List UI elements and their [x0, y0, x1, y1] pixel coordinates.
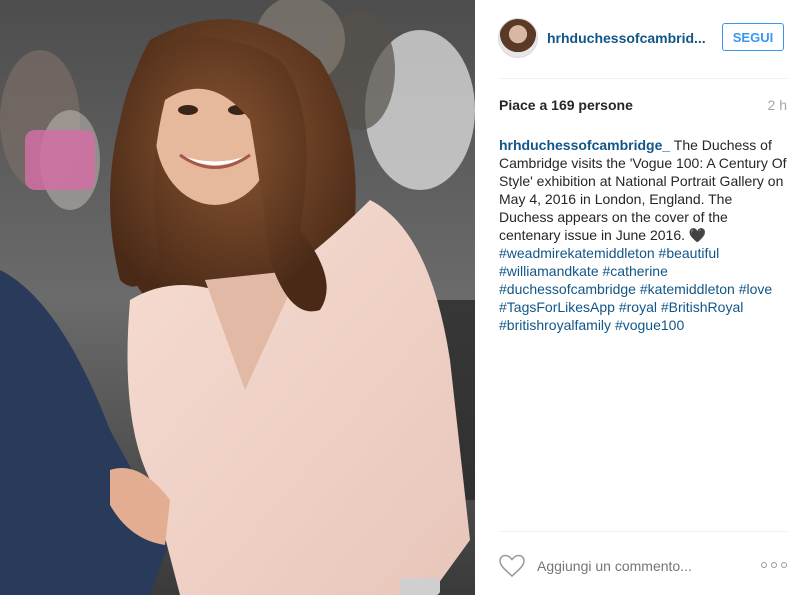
caption: hrhduchessofcambridge_ The Duchess of Ca… [499, 136, 787, 334]
hashtag-link[interactable]: #beautiful [659, 245, 720, 261]
hashtag-link[interactable]: #catherine [603, 263, 668, 279]
more-dot [781, 562, 787, 568]
post-footer [499, 531, 787, 596]
caption-author-link[interactable]: hrhduchessofcambridge_ [499, 137, 670, 153]
photo-illustration [0, 0, 475, 595]
post-header: hrhduchessofcambrid... SEGUI [475, 0, 791, 76]
hashtag-link[interactable]: #TagsForLikesApp [499, 299, 615, 315]
comment-input[interactable] [537, 556, 747, 576]
likes-count[interactable]: Piace a 169 persone [499, 97, 633, 113]
post-photo [0, 0, 475, 595]
header-divider [499, 78, 787, 79]
hashtag-link[interactable]: #williamandkate [499, 263, 599, 279]
hashtag-link[interactable]: #vogue100 [615, 317, 684, 333]
hashtag-link[interactable]: #BritishRoyal [661, 299, 743, 315]
more-dot [761, 562, 767, 568]
hashtag-link[interactable]: #britishroyalfamily [499, 317, 611, 333]
likes-row: Piace a 169 persone 2 h [499, 97, 787, 117]
follow-button[interactable]: SEGUI [722, 23, 784, 51]
post-side-panel: hrhduchessofcambrid... SEGUI Piace a 169… [475, 0, 791, 595]
heart-icon[interactable] [499, 554, 525, 578]
more-options-icon[interactable] [761, 560, 787, 570]
hashtag-link[interactable]: #love [739, 281, 772, 297]
username-link[interactable]: hrhduchessofcambrid... [547, 30, 707, 46]
hashtag-list: #weadmirekatemiddleton #beautiful #willi… [499, 245, 772, 333]
avatar[interactable] [498, 18, 538, 58]
hashtag-link[interactable]: #duchessofcambridge [499, 281, 636, 297]
hashtag-link[interactable]: #weadmirekatemiddleton [499, 245, 655, 261]
hashtag-link[interactable]: #katemiddleton [640, 281, 735, 297]
hashtag-link[interactable]: #royal [619, 299, 657, 315]
post-time[interactable]: 2 h [768, 97, 787, 113]
more-dot [771, 562, 777, 568]
